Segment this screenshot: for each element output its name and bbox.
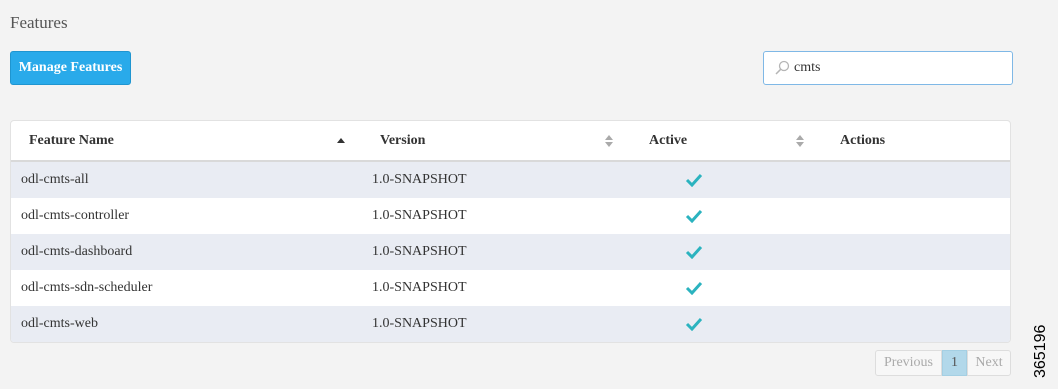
table-header: Feature Name Version Active Actions (11, 121, 1010, 162)
manage-features-button[interactable]: Manage Features (10, 51, 131, 85)
version-cell: 1.0-SNAPSHOT (372, 280, 467, 295)
column-header-feature-name[interactable]: Feature Name (29, 121, 114, 160)
pagination: Previous 1 Next (875, 350, 1011, 376)
next-page-button[interactable]: Next (967, 350, 1011, 376)
table-row: odl-cmts-all 1.0-SNAPSHOT (11, 162, 1010, 198)
table-row: odl-cmts-sdn-scheduler 1.0-SNAPSHOT (11, 270, 1010, 306)
active-check-icon (685, 306, 703, 342)
column-header-active[interactable]: Active (649, 121, 687, 160)
search-box[interactable] (763, 51, 1013, 85)
previous-page-button[interactable]: Previous (875, 350, 942, 376)
sort-unsorted-icon[interactable] (604, 121, 614, 160)
search-icon (774, 60, 790, 76)
active-check-icon (685, 162, 703, 198)
version-cell: 1.0-SNAPSHOT (372, 208, 467, 223)
version-cell: 1.0-SNAPSHOT (372, 244, 467, 259)
version-cell: 1.0-SNAPSHOT (372, 316, 467, 331)
search-input[interactable] (794, 60, 994, 76)
table-row: odl-cmts-web 1.0-SNAPSHOT (11, 306, 1010, 342)
feature-name-cell: odl-cmts-controller (21, 208, 130, 223)
sort-unsorted-icon[interactable] (795, 121, 805, 160)
figure-id: 365196 (1032, 324, 1049, 378)
version-cell: 1.0-SNAPSHOT (372, 172, 467, 187)
page-title: Features (10, 13, 68, 32)
features-table: Feature Name Version Active Actions odl-… (10, 120, 1011, 343)
page-1-button[interactable]: 1 (942, 350, 967, 376)
sort-ascending-icon[interactable] (336, 121, 346, 160)
active-check-icon (685, 198, 703, 234)
active-check-icon (685, 270, 703, 306)
feature-name-cell: odl-cmts-dashboard (21, 244, 133, 259)
active-check-icon (685, 234, 703, 270)
column-header-version[interactable]: Version (380, 121, 425, 160)
column-header-actions: Actions (840, 132, 886, 148)
feature-name-cell: odl-cmts-web (21, 316, 98, 331)
table-row: odl-cmts-dashboard 1.0-SNAPSHOT (11, 234, 1010, 270)
feature-name-cell: odl-cmts-sdn-scheduler (21, 280, 153, 295)
table-row: odl-cmts-controller 1.0-SNAPSHOT (11, 198, 1010, 234)
feature-name-cell: odl-cmts-all (21, 172, 89, 187)
